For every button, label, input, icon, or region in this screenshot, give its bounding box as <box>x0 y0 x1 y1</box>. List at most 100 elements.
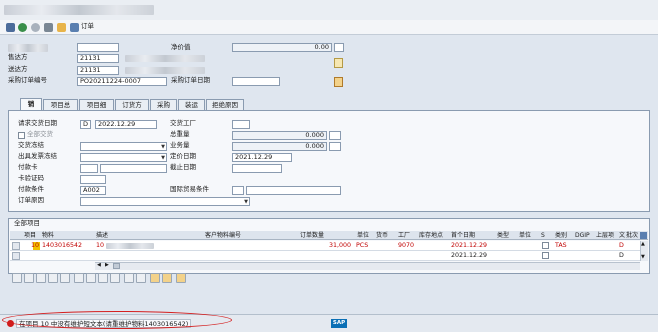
sold-to-field[interactable]: 21131 <box>77 54 119 63</box>
incoterms-location-field[interactable] <box>246 186 341 195</box>
row-unit[interactable]: PCS <box>356 241 368 250</box>
col-customer-material[interactable]: 客户物料编号 <box>205 231 241 240</box>
tab-shipping[interactable]: 装运 <box>178 99 205 110</box>
chevron-down-icon: ▼ <box>244 199 248 205</box>
row-d[interactable]: D <box>619 251 624 260</box>
row-d[interactable]: D <box>619 241 624 250</box>
tab-ordering-party[interactable]: 订货方 <box>115 99 149 110</box>
document-icon[interactable] <box>334 58 343 68</box>
expiry-label: 截止日期 <box>170 163 196 171</box>
col-type[interactable]: 类型 <box>497 231 509 240</box>
chevron-down-icon: ▼ <box>161 155 165 161</box>
config-button[interactable] <box>150 273 160 283</box>
scroll-thumb[interactable] <box>113 263 120 269</box>
tab-rejection-reason[interactable]: 拒绝原因 <box>206 99 244 110</box>
schedule-button[interactable] <box>136 273 146 283</box>
details-button[interactable] <box>12 273 22 283</box>
scroll-up-icon[interactable]: ▲ <box>641 241 645 247</box>
col-higher-item[interactable]: 上层项 <box>596 231 614 240</box>
copy-button[interactable] <box>60 273 70 283</box>
col-description[interactable]: 描述 <box>96 231 108 240</box>
billing-block-select[interactable]: ▼ <box>80 153 167 162</box>
deliv-plant-field[interactable] <box>232 120 250 129</box>
order-reason-select[interactable]: ▼ <box>80 197 250 206</box>
settings-icon[interactable] <box>31 23 40 32</box>
calendar-icon[interactable] <box>334 77 343 87</box>
weight-unit-field[interactable] <box>329 131 341 140</box>
row-selector[interactable] <box>12 242 20 250</box>
pricing-button[interactable] <box>124 273 134 283</box>
blurred-title <box>4 5 154 15</box>
complete-delivery-checkbox[interactable] <box>18 132 25 139</box>
batch-button[interactable] <box>176 273 186 283</box>
col-plant[interactable]: 工厂 <box>398 231 410 240</box>
row-material[interactable]: 1403016542 <box>42 241 82 250</box>
col-unit[interactable]: 单位 <box>357 231 369 240</box>
scroll-left-icon[interactable]: ◀ <box>97 262 101 269</box>
person-icon[interactable] <box>18 23 27 32</box>
expiry-field[interactable] <box>232 164 282 173</box>
col-storage-location[interactable]: 库存地点 <box>419 231 443 240</box>
orders-icon[interactable] <box>57 23 66 32</box>
col-batch[interactable]: 批次 <box>626 231 638 240</box>
pricing-date-field[interactable]: 2021.12.29 <box>232 153 292 162</box>
filter-button[interactable] <box>110 273 120 283</box>
title-bar <box>0 0 658 20</box>
deselect-all-button[interactable] <box>36 273 46 283</box>
grid-icon[interactable] <box>70 23 79 32</box>
text-button[interactable] <box>162 273 172 283</box>
sold-to-label: 售达方 <box>8 53 28 62</box>
ship-to-field[interactable]: 21131 <box>77 66 119 75</box>
row-first-date[interactable]: 2021.12.29 <box>451 251 487 260</box>
payment-card-number-field[interactable] <box>100 164 167 173</box>
tab-item-detail[interactable]: 项目细节 <box>79 99 114 119</box>
select-all-button[interactable] <box>24 273 34 283</box>
row-category[interactable]: TAS <box>555 241 567 250</box>
row-item[interactable]: 10 <box>31 241 39 250</box>
doc-number-field[interactable] <box>77 43 119 52</box>
po-date-field[interactable] <box>232 77 280 86</box>
find-button[interactable] <box>98 273 108 283</box>
col-s[interactable]: S <box>541 231 545 240</box>
sort-asc-button[interactable] <box>74 273 84 283</box>
display-icon[interactable] <box>6 23 15 32</box>
row-first-date[interactable]: 2021.12.29 <box>451 241 487 250</box>
currency-field[interactable] <box>334 43 344 52</box>
payment-card-type-field[interactable] <box>80 164 98 173</box>
incoterms-field[interactable] <box>232 186 244 195</box>
row-selector[interactable] <box>12 252 20 260</box>
scroll-down-icon[interactable]: ▼ <box>641 254 645 260</box>
tab-item-overview[interactable]: 项目总览 <box>43 99 78 119</box>
row-qty[interactable]: 31,000 <box>329 241 351 250</box>
row-s-checkbox[interactable] <box>542 252 549 259</box>
col-item[interactable]: 项目 <box>24 231 36 240</box>
req-date-field[interactable]: 2022.12.29 <box>95 120 157 129</box>
col-unit-2[interactable]: 单位 <box>519 231 531 240</box>
horizontal-scrollbar[interactable] <box>95 262 640 270</box>
deliv-block-select[interactable]: ▼ <box>80 142 167 151</box>
card-verif-field[interactable] <box>80 175 106 184</box>
scroll-right-icon[interactable]: ▶ <box>105 262 109 269</box>
row-s-checkbox[interactable] <box>542 242 549 249</box>
volume-unit-field[interactable] <box>329 142 341 151</box>
col-text[interactable]: 文 <box>619 231 625 240</box>
col-currency[interactable]: 货币 <box>376 231 388 240</box>
row-description[interactable]: 10 <box>96 241 104 250</box>
volume-field: 0.000 <box>232 142 327 151</box>
sort-desc-button[interactable] <box>86 273 96 283</box>
po-number-field[interactable]: PO20211224-0007 <box>77 77 167 86</box>
col-first-date[interactable]: 首个日期 <box>451 231 475 240</box>
payment-terms-field[interactable]: A002 <box>80 186 106 195</box>
po-number-label: 采购订单编号 <box>8 76 47 84</box>
delete-button[interactable] <box>48 273 58 283</box>
col-category[interactable]: 类别 <box>555 231 567 240</box>
req-date-type-field[interactable]: D <box>80 120 91 129</box>
col-order-qty[interactable]: 订单数量 <box>300 231 324 240</box>
row-plant[interactable]: 9070 <box>398 241 414 250</box>
col-material[interactable]: 物料 <box>42 231 54 240</box>
glasses-icon[interactable] <box>44 23 53 32</box>
order-button-label[interactable]: 订单 <box>81 22 94 31</box>
tab-procurement[interactable]: 采购 <box>150 99 177 110</box>
col-dgip[interactable]: DGIP <box>575 231 590 240</box>
table-settings-icon[interactable] <box>640 232 647 239</box>
